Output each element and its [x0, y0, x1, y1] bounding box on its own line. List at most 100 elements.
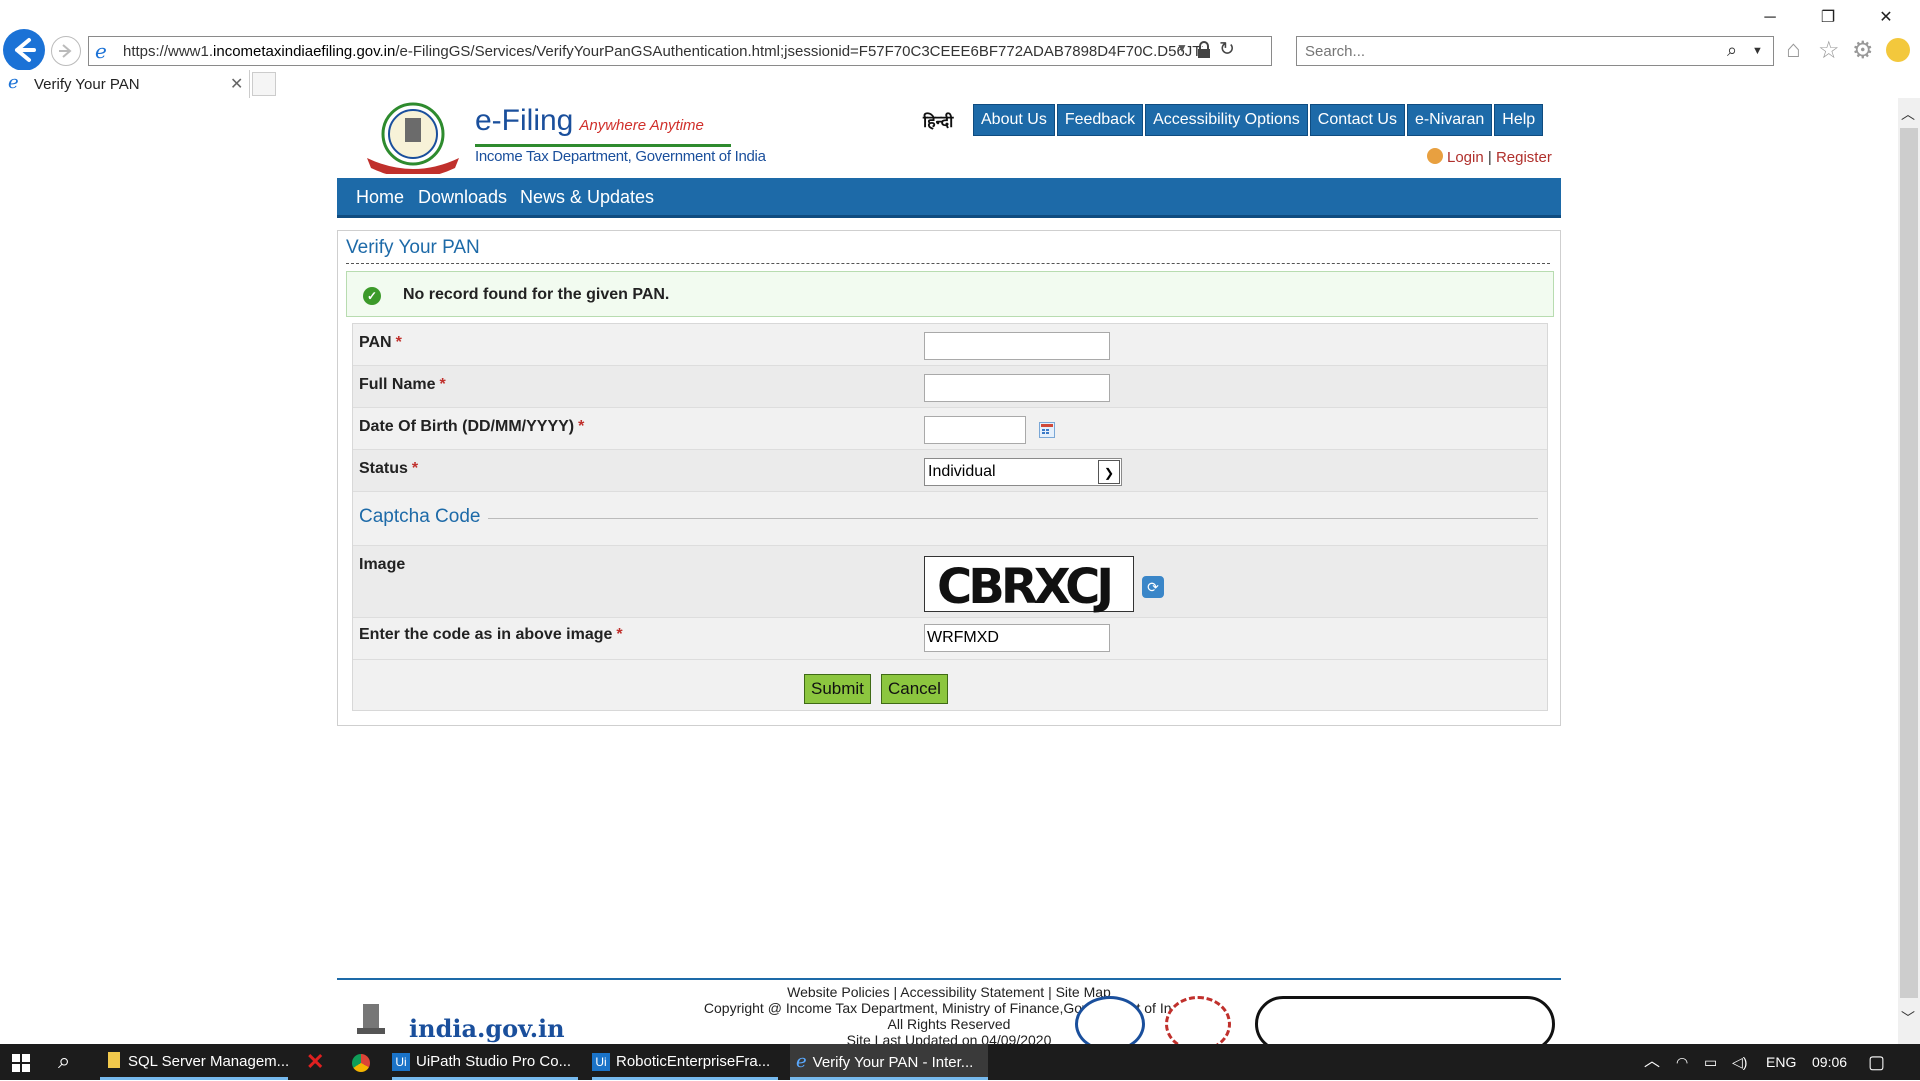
register-link[interactable]: Register: [1496, 149, 1552, 166]
clock[interactable]: 09:06: [1812, 1044, 1847, 1080]
national-emblem-logo: [349, 998, 393, 1044]
nav-accessibility-options[interactable]: Accessibility Options: [1145, 104, 1308, 136]
wifi-icon[interactable]: ◠: [1676, 1044, 1688, 1080]
income-tax-emblem-logo: [361, 102, 465, 178]
close-window-button[interactable]: ✕: [1866, 6, 1906, 30]
windows-start-icon[interactable]: [12, 1054, 30, 1072]
captcha-code-label: Enter the code as in above image *: [359, 626, 623, 643]
refresh-icon[interactable]: ↻: [1219, 38, 1235, 61]
favorites-star-icon[interactable]: ☆: [1818, 36, 1840, 65]
nav-about-us[interactable]: About Us: [973, 104, 1055, 136]
search-dropdown-icon[interactable]: ▼: [1752, 45, 1763, 57]
captcha-image-text: CBRXCJ: [937, 559, 1114, 615]
browser-chrome: ─ ❐ ✕ e https://www1.incometaxindiaefili…: [0, 0, 1920, 98]
nav-home[interactable]: Home: [356, 187, 404, 208]
image-label: Image: [359, 556, 406, 573]
verify-pan-form: PAN * Full Name * Date Of Birth (DD/MM/YYY…: [352, 323, 1548, 711]
nav-downloads[interactable]: Downloads: [418, 187, 507, 208]
smiley-feedback-icon[interactable]: [1886, 38, 1910, 62]
site-header: e-Filing Anywhere Anytime Income Tax Depa…: [337, 98, 1561, 178]
status-label: Status *: [359, 460, 419, 477]
close-x-app-icon[interactable]: ✕: [306, 1049, 324, 1075]
scroll-thumb[interactable]: [1900, 128, 1918, 998]
chevron-up-icon[interactable]: ︿: [1644, 1044, 1660, 1080]
captcha-code-input[interactable]: [924, 624, 1110, 652]
title-divider: [346, 263, 1550, 264]
url-text[interactable]: https://www1.incometaxindiaefiling.gov.i…: [123, 43, 1203, 60]
browser-search-input[interactable]: [1305, 43, 1705, 60]
scroll-up-icon[interactable]: ︿: [1901, 104, 1915, 124]
taskbar-item-uipath-studio[interactable]: Ui UiPath Studio Pro Co...: [392, 1044, 578, 1080]
browser-tab-active[interactable]: e Verify Your PAN ✕: [0, 70, 250, 98]
browser-search-box[interactable]: ⌕ ▼: [1296, 36, 1774, 66]
captcha-refresh-icon[interactable]: ⟳: [1142, 576, 1164, 598]
address-bar[interactable]: e https://www1.incometaxindiaefiling.gov…: [88, 36, 1272, 66]
url-dropdown-icon[interactable]: ▼: [1176, 41, 1188, 55]
main-nav: Home Downloads News & Updates: [337, 178, 1561, 218]
nav-help[interactable]: Help: [1494, 104, 1544, 136]
submit-button[interactable]: Submit: [804, 674, 871, 704]
brand-underline: [475, 144, 731, 147]
status-selected-value: Individual: [928, 463, 996, 480]
battery-icon[interactable]: ▭: [1704, 1044, 1717, 1080]
new-tab-button[interactable]: [252, 72, 276, 96]
taskbar-label: RoboticEnterpriseFra...: [616, 1053, 771, 1070]
ie-tab-icon: e: [8, 72, 19, 93]
hindi-language-link[interactable]: हिन्दी: [923, 110, 953, 132]
close-tab-icon[interactable]: ✕: [230, 74, 243, 94]
taskbar-label: Verify Your PAN - Inter...: [812, 1054, 974, 1071]
arrow-right-icon: [59, 44, 72, 58]
minimize-button[interactable]: ─: [1750, 6, 1790, 30]
scroll-down-icon[interactable]: ﹀: [1901, 1008, 1915, 1028]
dob-input[interactable]: [924, 416, 1026, 444]
language-indicator[interactable]: ENG: [1766, 1044, 1796, 1080]
captcha-title: Captcha Code: [359, 506, 481, 527]
restore-button[interactable]: ❐: [1808, 6, 1848, 30]
dob-label: Date Of Birth (DD/MM/YYYY) *: [359, 418, 585, 435]
chrome-app-icon[interactable]: [352, 1054, 370, 1072]
uipath-app-icon: Ui: [392, 1053, 410, 1071]
settings-gear-icon[interactable]: ⚙: [1852, 36, 1874, 65]
login-separator: |: [1487, 149, 1492, 166]
volume-icon[interactable]: ◁): [1732, 1044, 1747, 1080]
full-name-label: Full Name *: [359, 376, 446, 393]
taskbar-item-sql-server[interactable]: SQL Server Managem...: [100, 1044, 289, 1080]
full-name-input[interactable]: [924, 374, 1110, 402]
efiling-brand: e-Filing Anywhere Anytime Income Tax Depa…: [475, 104, 766, 165]
search-icon[interactable]: ⌕: [1727, 40, 1737, 61]
cancel-button[interactable]: Cancel: [881, 674, 948, 704]
site-footer: Website Policies | Accessibility Stateme…: [337, 978, 1561, 1052]
nav-news-updates[interactable]: News & Updates: [520, 187, 654, 208]
form-row-captcha-code: Enter the code as in above image *: [353, 618, 1547, 660]
captcha-section-header: Captcha Code: [353, 492, 1547, 546]
tab-title: Verify Your PAN: [34, 76, 140, 93]
status-select[interactable]: Individual ❯: [924, 458, 1122, 486]
department-name: Income Tax Department, Government of Ind…: [475, 148, 766, 165]
captcha-divider: [488, 518, 1538, 519]
nav-e-nivaran[interactable]: e-Nivaran: [1406, 104, 1493, 136]
page-title: Verify Your PAN: [346, 237, 480, 258]
notification-center-icon[interactable]: ▢: [1868, 1044, 1885, 1080]
search-icon[interactable]: ⌕: [58, 1048, 70, 1074]
lock-icon[interactable]: [1197, 40, 1211, 58]
calendar-icon[interactable]: [1039, 422, 1055, 438]
nav-feedback[interactable]: Feedback: [1056, 104, 1144, 136]
checkmark-icon: ✓: [363, 287, 381, 305]
captcha-image: CBRXCJ: [924, 556, 1134, 615]
login-register: Login | Register: [1427, 148, 1552, 166]
taskbar-item-verify-pan-ie[interactable]: e Verify Your PAN - Inter...: [790, 1044, 988, 1080]
pan-input[interactable]: [924, 332, 1110, 360]
chevron-down-icon[interactable]: ❯: [1098, 460, 1120, 484]
nav-contact-us[interactable]: Contact Us: [1309, 104, 1405, 136]
forward-button[interactable]: [51, 36, 81, 66]
ie-page-icon: e: [95, 39, 107, 63]
vertical-scrollbar[interactable]: ︿ ﹀: [1898, 98, 1920, 1044]
home-icon[interactable]: ⌂: [1786, 36, 1801, 64]
login-link[interactable]: Login: [1447, 149, 1484, 166]
taskbar-item-robotic-enterprise[interactable]: Ui RoboticEnterpriseFra...: [592, 1044, 778, 1080]
back-button[interactable]: [3, 29, 45, 71]
top-nav: About Us Feedback Accessibility Options …: [973, 104, 1545, 136]
taskbar-label: UiPath Studio Pro Co...: [416, 1053, 572, 1070]
status-message: ✓ No record found for the given PAN.: [346, 271, 1554, 317]
india-gov-logo[interactable]: india.gov.in: [409, 1014, 565, 1043]
